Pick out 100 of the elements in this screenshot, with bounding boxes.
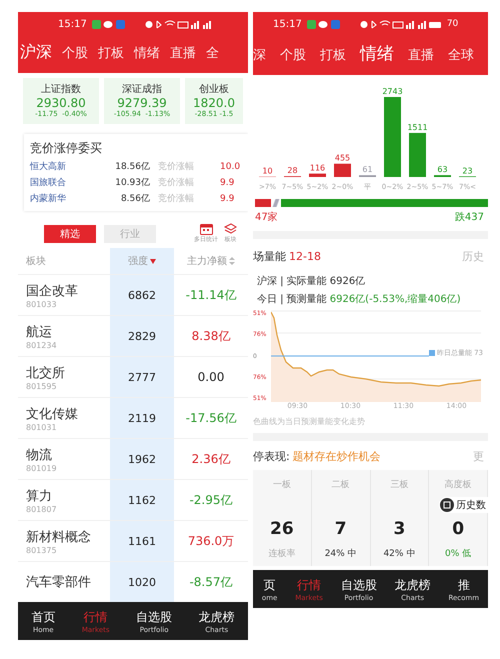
status-time: 15:17	[58, 18, 87, 30]
board-heading: 二板	[332, 478, 350, 492]
index-name: 创业板	[199, 82, 229, 96]
sector-row[interactable]: 航运 801234 2829 8.38亿	[18, 315, 248, 356]
stock-name-link[interactable]: 恒大高新	[30, 159, 110, 175]
field-label: 竞价涨幅	[158, 160, 195, 174]
board-rate: 42% 中	[383, 548, 416, 561]
sector-code: 801019	[26, 464, 58, 472]
strength-cell: 2829	[110, 316, 174, 356]
sector-code: 801234	[26, 340, 58, 350]
sector-code: 801595	[26, 382, 58, 390]
market-tab[interactable]: 全	[206, 44, 219, 62]
board-rate: 连板率	[268, 548, 296, 561]
volume-label: 今日 | 预测量能	[257, 292, 327, 306]
net-flow-cell-text: 736.0万	[186, 532, 236, 550]
index-value: 9279.39	[117, 96, 167, 110]
sector-code: 801031	[26, 422, 58, 432]
stock-name-link[interactable]: 国旅联合	[30, 175, 110, 191]
app-notification-icons-drawing	[92, 20, 126, 28]
status-time: 15:17	[273, 18, 302, 30]
market-tab[interactable]: 沪深	[20, 42, 52, 63]
index-value: 2930.80	[36, 96, 86, 110]
board-rate: 24% 中	[324, 548, 357, 561]
market-tab[interactable]: 深	[253, 46, 266, 64]
sector-name: 国企改革	[26, 282, 79, 300]
net-flow-cell-text: -8.57亿	[188, 574, 234, 590]
bar	[409, 132, 426, 177]
sector-row[interactable]: 物流 801019 1962 2.36亿	[18, 438, 248, 479]
sector-code: 801807	[26, 504, 58, 514]
net-flow-cell-text: -17.56亿	[184, 410, 238, 426]
board-heading: 三板	[390, 478, 408, 492]
bar-value: 116	[310, 164, 326, 173]
ratio-separator	[271, 199, 282, 207]
chart-note: 色曲线为当日预测量能变化走势	[253, 416, 366, 428]
market-tab[interactable]: 个股	[62, 44, 88, 62]
strength-cell: 1962	[110, 439, 174, 479]
sector-name: 汽车零部件	[26, 574, 92, 591]
strength-cell: 2777	[110, 357, 174, 397]
app-notification-icons-drawing	[306, 20, 341, 28]
volume-forecast: 6926亿(-5.53%,缩量406亿)	[330, 292, 461, 306]
section-title: 场量能	[253, 249, 286, 264]
sector-row[interactable]: 国企改革 801033 6862 -11.14亿	[18, 274, 248, 315]
sector-name: 北交所	[26, 364, 66, 382]
board-count: 3	[393, 519, 406, 539]
sector-row[interactable]: 汽车零部件 1020 -8.57亿	[18, 561, 248, 602]
fall-count: 跌437	[454, 210, 484, 224]
strength-cell: 1161	[110, 521, 174, 561]
net-flow-cell-text: 0.00	[196, 369, 226, 386]
sort-icon	[229, 257, 235, 265]
bar-value: 23	[462, 166, 473, 176]
sort-down-icon	[150, 258, 156, 264]
bar-value: 28	[287, 166, 298, 176]
section-comment: 题材存在炒作机会	[292, 449, 381, 464]
bid-amount: 18.56亿	[114, 161, 150, 174]
board-count: 26	[270, 519, 294, 539]
bid-amount: 10.93亿	[114, 177, 150, 190]
bar	[309, 174, 326, 177]
sector-name: 物流	[26, 446, 53, 464]
market-tab[interactable]: 情绪	[360, 42, 394, 65]
bar-value: 63	[437, 165, 448, 174]
volume-value: 6926亿	[330, 275, 366, 288]
strength-cell: 6862	[110, 275, 174, 315]
sector-name: 新材料概念	[26, 528, 92, 546]
sector-name: 文化传媒	[26, 406, 79, 422]
sector-row[interactable]: 新材料概念 801375 1161 736.0万	[18, 520, 248, 561]
market-tab[interactable]: 情绪	[134, 44, 160, 62]
board-heading: 高度板	[444, 478, 472, 492]
stock-name-link[interactable]: 内蒙新华	[30, 191, 110, 207]
board-count: 7	[334, 519, 347, 539]
battery-percent: 70	[446, 19, 458, 29]
sector-row[interactable]: 算力 801807 1162 -2.95亿	[18, 479, 248, 520]
bar-value: 455	[334, 154, 350, 163]
sector-code: 801033	[26, 300, 58, 308]
layers-icon[interactable]	[224, 223, 237, 235]
section-date: 12-18	[289, 250, 321, 263]
history-data-button[interactable]: 历史数	[439, 497, 488, 513]
bid-amount: 8.56亿	[120, 193, 150, 206]
bid-change: 9.9	[220, 193, 234, 206]
market-tab[interactable]: 全球	[448, 46, 474, 64]
bar-value: 10	[262, 166, 273, 176]
index-value: 1820.0	[193, 96, 235, 110]
market-tab[interactable]: 打板	[98, 44, 124, 62]
strength-cell: 2119	[110, 398, 174, 438]
section-title: 停表现:	[253, 449, 290, 464]
market-tab[interactable]: 直播	[408, 46, 434, 64]
bar-value: 1511	[407, 122, 428, 132]
net-flow-cell-text: -11.14亿	[184, 286, 238, 304]
section-title: 竞价涨停委买	[30, 140, 103, 157]
market-tab[interactable]: 打板	[320, 46, 346, 64]
strength-cell: 1020	[110, 562, 174, 602]
market-tab[interactable]: 个股	[280, 46, 306, 64]
net-flow-cell-text: -2.95亿	[188, 492, 234, 508]
legend-swatch	[428, 350, 435, 356]
segment-tab[interactable]: 精选	[44, 224, 96, 242]
sector-row[interactable]: 北交所 801595 2777 0.00	[18, 356, 248, 397]
sector-row[interactable]: 文化传媒 801031 2119 -17.56亿	[18, 397, 248, 438]
sector-code: 801375	[26, 546, 58, 554]
market-tab[interactable]: 直播	[170, 44, 196, 62]
bar	[334, 164, 351, 177]
sector-name: 航运	[26, 324, 53, 340]
